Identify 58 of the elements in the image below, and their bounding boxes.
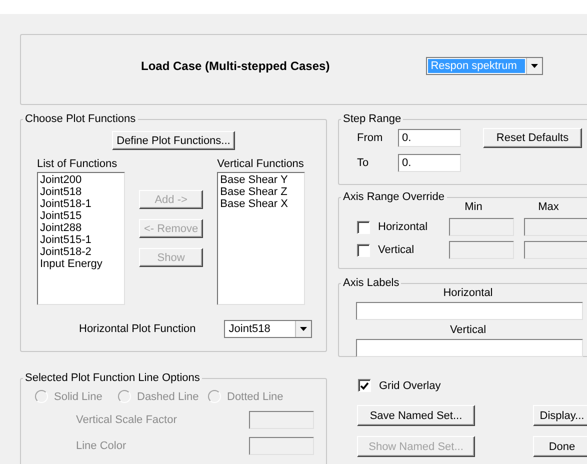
list-item[interactable]: Joint515 (40, 210, 122, 222)
list-item[interactable]: Joint515-1 (40, 234, 122, 246)
field-label: Horizontal Plot Function (79, 323, 196, 335)
field-label: Line Color (76, 440, 128, 452)
dialog-button[interactable]: Display... (533, 405, 587, 426)
group-title: Axis Range Override (342, 191, 446, 203)
list-label: List of Functions (37, 158, 118, 170)
column-header: Min (464, 201, 484, 213)
checkbox-label: Grid Overlay (379, 380, 441, 392)
reset-defaults-button[interactable]: Reset Defaults (483, 128, 582, 148)
checkbox[interactable] (358, 379, 371, 392)
horizontal-function-dropdown[interactable]: Joint518 (224, 320, 312, 338)
checkbox[interactable] (357, 244, 370, 256)
dropdown-arrow-icon (530, 64, 538, 68)
input-field[interactable] (524, 218, 587, 236)
functions-list[interactable]: Joint200 Joint518 Joint518-1 Joint515 Joint288 Joint515-1 Joint518-2 Input Energy (37, 172, 125, 305)
vertical-functions-list[interactable]: Base Shear Y Base Shear Z Base Shear X (217, 172, 306, 305)
group-title: Step Range (342, 113, 402, 125)
input-field[interactable] (356, 302, 583, 320)
list-item[interactable]: Joint200 (40, 174, 122, 186)
checkmark-icon (360, 382, 369, 390)
field-label: Horizontal (443, 287, 493, 299)
list-item[interactable]: Joint518 (40, 186, 122, 198)
input-field[interactable] (449, 218, 514, 236)
list-item[interactable]: Input Energy (40, 258, 122, 270)
dropdown-arrow-icon (300, 327, 307, 331)
radio-label: Dotted Line (227, 390, 284, 402)
list-label: Vertical Functions (217, 158, 305, 170)
column-header: Max (537, 201, 560, 213)
dialog-button[interactable]: Save Named Set... (357, 405, 475, 426)
group-title: Choose Plot Functions (24, 113, 137, 125)
list-item[interactable]: Base Shear Y (220, 174, 302, 186)
field-label: From (357, 132, 384, 144)
radio-label: Dashed Line (137, 390, 199, 402)
group-title: Selected Plot Function Line Options (24, 372, 201, 384)
list-item[interactable]: Joint518-1 (40, 198, 122, 210)
list-item[interactable]: Base Shear X (220, 198, 302, 210)
checkbox-label: Vertical (378, 244, 416, 256)
input-field[interactable] (249, 411, 314, 429)
list-item[interactable]: Joint288 (40, 222, 122, 234)
field-label: To (357, 157, 370, 169)
checkbox-label: Horizontal (378, 221, 429, 233)
list-item[interactable]: Joint518-2 (40, 246, 122, 258)
checkbox[interactable] (357, 220, 370, 234)
input-field[interactable] (449, 241, 514, 259)
radio-label: Solid Line (54, 390, 102, 402)
input-field[interactable]: 0. (398, 129, 461, 147)
define-plot-functions-button[interactable]: Define Plot Functions... (112, 131, 236, 150)
dialog-button[interactable]: Done (533, 436, 587, 457)
load-case-label: Load Case (Multi-stepped Cases) (141, 58, 330, 72)
input-field[interactable]: 0. (398, 154, 461, 172)
group-title: Axis Labels (342, 277, 400, 289)
input-field[interactable] (524, 241, 587, 259)
field-label: Vertical Scale Factor (76, 414, 178, 426)
field-label: Vertical (450, 324, 486, 336)
list-item[interactable]: Base Shear Z (220, 186, 302, 198)
input-field[interactable] (356, 339, 583, 357)
input-field[interactable] (249, 437, 314, 455)
